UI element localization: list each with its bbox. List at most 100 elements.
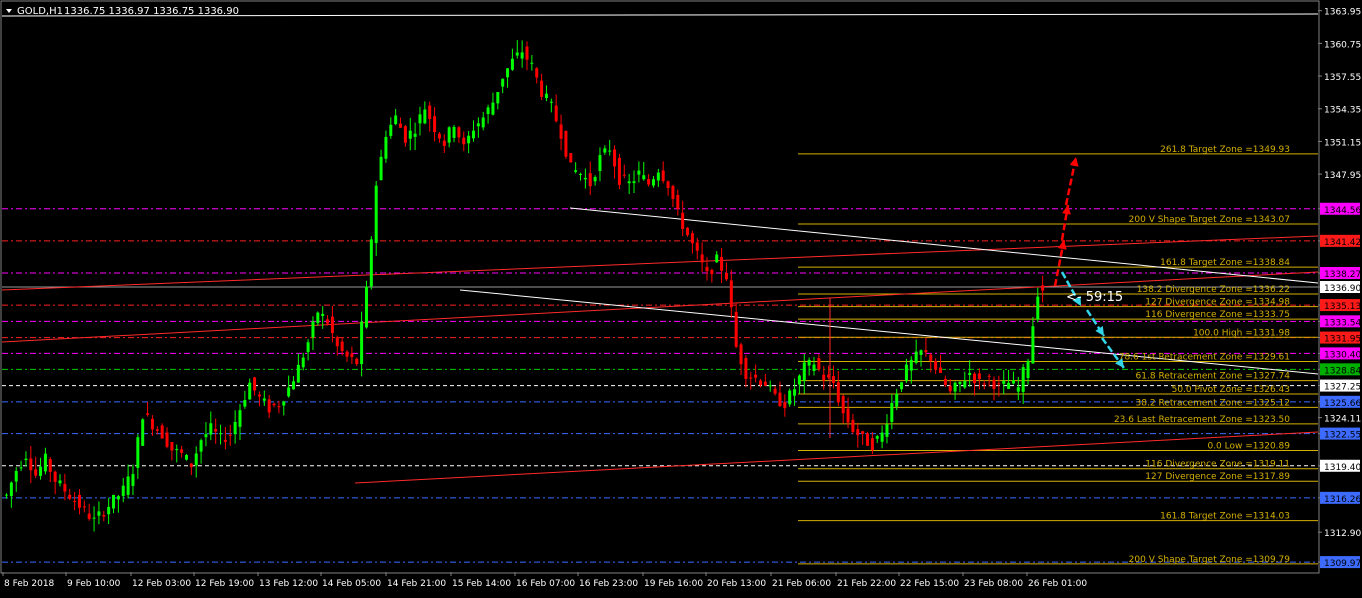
price-tag-label: 1316.26 [1324,495,1361,505]
time-tick-label: 23 Feb 08:00 [964,579,1023,589]
price-tag-label: 1319.40 [1324,463,1361,473]
candle-body [467,135,471,144]
price-tag-label: 1335.13 [1324,302,1361,312]
price-tag-label: 1330.40 [1324,350,1361,360]
price-tag-label: 1341.42 [1324,238,1361,248]
candle-body [48,459,52,472]
candle-body [720,256,724,271]
candle-body [758,380,762,386]
candle-body [802,362,806,381]
candle-body [909,359,913,371]
price-tick-label: 1360.75 [1324,40,1361,50]
candle-body [919,350,923,355]
candle-body [58,480,62,484]
chart-canvas[interactable]: 261.8 Target Zone =1349.93 200 V Shape Ta… [0,0,1362,594]
candle-body [374,185,378,243]
candle-body [598,155,602,171]
candle-body [627,181,631,184]
candle-body [637,170,641,175]
fib-level-label: 78.6 1st Retracement Zone =1329.61 [1119,352,1290,362]
candle-body [831,376,835,383]
candle-body [554,105,558,122]
candle-body [914,351,918,363]
candle-body [656,172,660,181]
candle-body [43,453,47,472]
candle-body [360,321,364,365]
candle-body [515,52,519,56]
candle-body [992,379,996,389]
candle-body [267,399,271,413]
candle-body [379,156,383,180]
fib-level-label: 127 Divergence Zone =1334.98 [1145,298,1290,308]
candle-body [345,351,349,357]
candle-body [282,401,286,406]
price-tag-label: 1344.56 [1324,206,1361,216]
price-tag-label: 1325.66 [1324,399,1361,409]
candle-body [836,382,840,403]
candle-body [934,360,938,370]
time-tick-label: 12 Feb 03:00 [132,579,191,589]
candle-body [997,383,1001,385]
candle-body [729,280,733,308]
candle-body [233,422,237,435]
symbol-label: GOLD,H1 [17,6,63,17]
candle-body [311,321,315,338]
candle-body [170,442,174,451]
candle-body [686,227,690,236]
candle-body [846,408,850,423]
candle-body [647,179,651,185]
fib-level-label: 200 V Shape Target Zone =1309.79 [1129,555,1291,565]
fib-level-label: 161.8 Target Zone =1338.84 [1160,258,1290,268]
candle-body [768,385,772,387]
time-tick-label: 15 Feb 14:00 [452,579,511,589]
candle-body [87,513,91,520]
candle-body [749,377,753,379]
candle-body [870,438,874,451]
candle-body [394,115,398,125]
candle-body [228,434,232,436]
candle-body [676,194,680,209]
candle-body [861,431,865,434]
candle-body [272,403,276,406]
candle-body [1002,380,1006,384]
candle-body [68,494,72,499]
candle-body [92,517,96,519]
candle-body [257,394,261,397]
price-tag-label: 1333.54 [1324,318,1361,328]
candle-body [330,316,334,334]
candle-body [301,357,305,368]
time-tick-label: 16 Feb 07:00 [516,579,575,589]
time-tick-label: 13 Feb 12:00 [259,579,318,589]
candle-body [778,392,782,407]
candle-body [287,387,291,397]
time-tick-label: 21 Feb 22:00 [837,579,896,589]
candle-body [107,506,111,515]
candle-body [248,382,252,400]
candle-body [486,107,490,114]
candle-body [14,470,18,482]
candle-body [423,109,427,124]
candle-body [549,101,553,103]
price-tick-label: 1354.35 [1324,106,1361,116]
candle-body [296,364,300,383]
candle-body [369,239,373,287]
candle-body [1011,380,1015,384]
candle-body [136,437,140,468]
candle-body [340,341,344,352]
candle-body [189,463,193,468]
candle-body [525,46,529,60]
price-tag-label: 1328.84 [1324,366,1361,376]
candle-body [243,400,247,407]
candle-body [150,418,154,430]
time-tick-label: 21 Feb 06:00 [772,579,831,589]
ohlc-values: 1336.75 1336.97 1336.75 1336.90 [64,6,239,17]
candle-body [9,482,13,497]
candle-body [501,78,505,87]
fib-level-label: 61.8 Retracement Zone =1327.74 [1136,372,1291,382]
fib-level-label: 138.2 Divergence Zone =1336.22 [1137,285,1290,295]
candle-body [535,68,539,78]
fib-level-label: 200 V Shape Target Zone =1343.07 [1129,215,1290,225]
time-tick-label: 12 Feb 19:00 [195,579,254,589]
price-chart[interactable]: 261.8 Target Zone =1349.93 200 V Shape Ta… [0,0,1362,594]
candle-body [977,373,981,380]
